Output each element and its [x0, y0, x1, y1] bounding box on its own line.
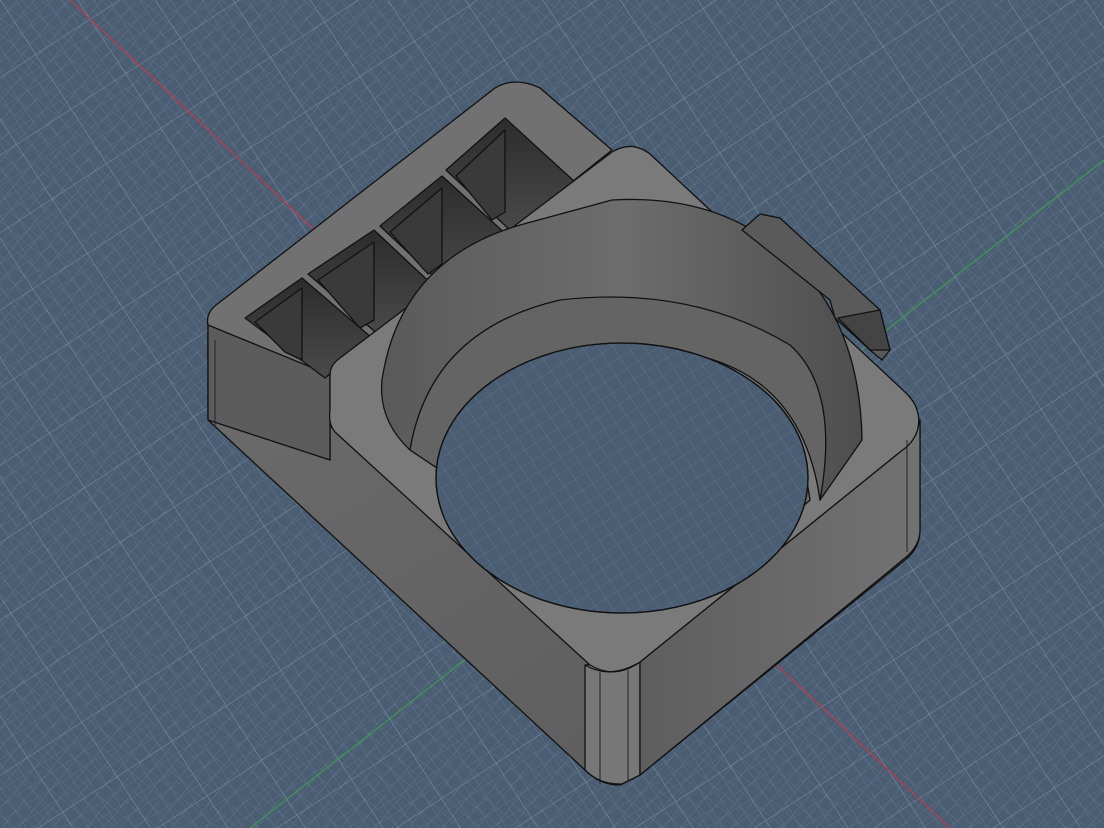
- cad-3d-viewport[interactable]: [0, 0, 1104, 828]
- cup-opening-grid: [435, 342, 809, 614]
- model-front-side-face: [584, 661, 641, 785]
- viewport-canvas[interactable]: [0, 0, 1104, 828]
